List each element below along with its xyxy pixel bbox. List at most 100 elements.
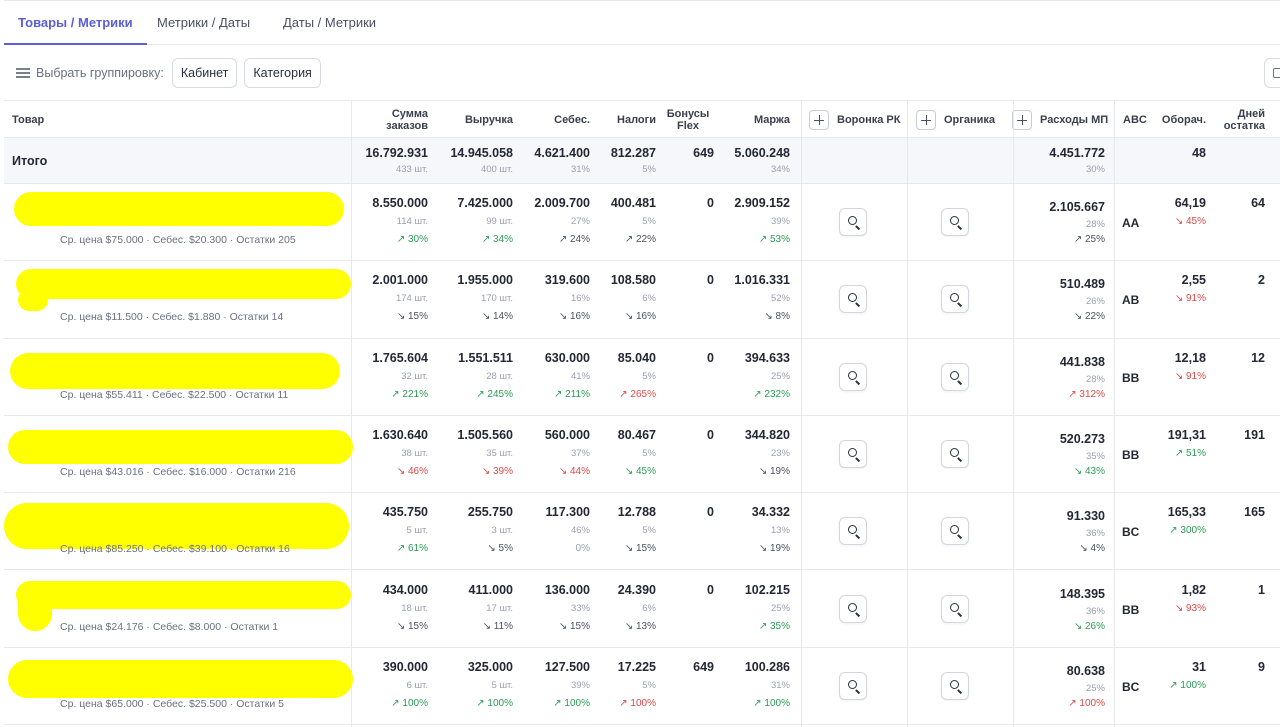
col-orders[interactable]: Сумма заказов: [356, 101, 428, 139]
col-funnel[interactable]: Воронка РК: [801, 101, 907, 139]
redaction-mark: [8, 659, 353, 698]
cell-margin-delta: ↗ 232%: [753, 388, 790, 400]
table-row[interactable]: Ср. цена $85.250 · Себес. $39.100 · Оста…: [4, 493, 1280, 571]
col-cost[interactable]: Себес.: [519, 101, 590, 139]
cell-mp: 80.638: [1066, 663, 1105, 678]
funnel-search-button[interactable]: [839, 517, 867, 546]
cell-revenue-sub: 170 шт.: [480, 293, 513, 305]
group-chip-category[interactable]: Категория: [244, 58, 321, 88]
organic-search-button[interactable]: [941, 208, 969, 236]
cell-margin-delta: ↗ 100%: [753, 697, 790, 709]
cell-margin-sub: 25%: [770, 370, 790, 382]
cell-taxes-delta: ↘ 15%: [624, 543, 656, 555]
funnel-search-button[interactable]: [839, 671, 867, 700]
column-divider: [801, 100, 802, 727]
cell-orders-delta: ↘ 46%: [396, 465, 428, 477]
total-taxes: 812.287: [610, 146, 656, 160]
search-icon: [950, 679, 959, 689]
cell-margin-sub: 31%: [770, 679, 790, 691]
cell-taxes-delta: ↘ 16%: [624, 311, 656, 323]
cell-mp-delta: ↘ 22%: [1073, 311, 1105, 323]
col-mp-expenses[interactable]: Расходы МП: [1004, 101, 1114, 139]
plus-icon[interactable]: [916, 110, 936, 130]
cell-revenue-delta: ↗ 245%: [476, 388, 513, 400]
total-revenue: 14.945.058: [450, 146, 513, 160]
cell-abc: BB: [1122, 602, 1140, 617]
cell-mp-sub: 35%: [1085, 450, 1105, 462]
organic-search-button[interactable]: [941, 671, 969, 700]
col-turnover[interactable]: Оборач.: [1154, 101, 1206, 139]
tab-metrics-dates[interactable]: Метрики / Даты: [143, 1, 264, 45]
table-row[interactable]: Ср. цена $43.016 · Себес. $16.000 · Оста…: [4, 416, 1280, 494]
total-mp-pct: 30%: [1085, 164, 1105, 175]
cell-taxes-sub: 5%: [642, 447, 656, 459]
cell-cost: 319.600: [544, 273, 590, 288]
col-abc[interactable]: ABC: [1123, 101, 1153, 139]
funnel-search-button[interactable]: [839, 594, 867, 623]
search-icon: [950, 370, 959, 380]
cell-days-left: 165: [1244, 505, 1265, 520]
product-meta: Ср. цена $24.176 · Себес. $8.000 · Остат…: [60, 620, 279, 633]
total-orders: 16.792.931: [365, 146, 428, 160]
cell-taxes: 400.481: [610, 196, 656, 210]
col-bonus[interactable]: Бонусы Flex: [662, 101, 714, 139]
col-days-left[interactable]: Дней остатка: [1210, 101, 1265, 139]
comment-button[interactable]: [1264, 58, 1280, 88]
cell-orders-sub: 32 шт.: [401, 370, 428, 382]
cell-turnover: 1,82: [1181, 582, 1206, 597]
cell-cost-sub: 37%: [570, 447, 590, 459]
cell-margin-delta: ↘ 19%: [758, 543, 790, 555]
cell-margin-delta: ↘ 19%: [758, 465, 790, 477]
organic-search-button[interactable]: [941, 517, 969, 546]
total-turnover: 48: [1192, 146, 1206, 160]
group-chip-cabinet[interactable]: Кабинет: [171, 58, 238, 88]
col-revenue[interactable]: Выручка: [434, 101, 513, 139]
organic-search-button[interactable]: [941, 362, 969, 391]
total-row: Итого 16.792.931 433 шт. 14.945.058 400 …: [4, 138, 1280, 184]
total-margin-pct: 34%: [770, 164, 790, 175]
cell-revenue: 255.750: [467, 505, 513, 520]
cell-abc: AA: [1122, 216, 1140, 230]
cell-mp-sub: 36%: [1085, 528, 1105, 540]
redaction-mark: [10, 352, 340, 389]
cell-cost-delta: ↗ 211%: [554, 388, 590, 400]
table-row[interactable]: Ср. цена $55.411 · Себес. $22.500 · Оста…: [4, 339, 1280, 416]
total-cost-pct: 31%: [570, 164, 590, 175]
cell-bonus: 0: [707, 505, 714, 520]
col-organic[interactable]: Органика: [908, 101, 1014, 139]
col-taxes[interactable]: Налоги: [596, 101, 656, 139]
col-margin[interactable]: Маржа: [720, 101, 790, 139]
cell-margin: 102.215: [744, 582, 790, 597]
funnel-search-button[interactable]: [839, 285, 867, 314]
funnel-search-button[interactable]: [839, 362, 867, 391]
table-row[interactable]: Ср. цена $65.000 · Себес. $25.500 · Оста…: [4, 648, 1280, 726]
cell-orders: 1.630.640: [372, 427, 428, 442]
organic-search-button[interactable]: [941, 439, 969, 468]
funnel-search-button[interactable]: [839, 208, 867, 236]
table-row[interactable]: Ср. цена $11.500 · Себес. $1.880 · Остат…: [4, 261, 1280, 339]
cell-orders: 390.000: [382, 659, 428, 674]
cell-turnover-delta: ↘ 91%: [1174, 370, 1206, 382]
cell-cost: 117.300: [545, 505, 591, 520]
cell-mp-sub: 36%: [1085, 605, 1105, 617]
cell-revenue-delta: ↘ 14%: [481, 311, 513, 323]
table-row[interactable]: Ср. цена $75.000 · Себес. $20.300 · Оста…: [4, 184, 1280, 262]
tab-products-metrics[interactable]: Товары / Метрики: [4, 1, 147, 45]
cell-cost-sub: 16%: [570, 293, 590, 305]
table-row[interactable]: Ср. цена $24.176 · Себес. $8.000 · Остат…: [4, 571, 1280, 648]
cell-days-left: 64: [1251, 196, 1265, 210]
cell-abc: AB: [1122, 293, 1140, 308]
search-icon: [848, 447, 857, 457]
organic-search-button[interactable]: [941, 285, 969, 314]
plus-icon[interactable]: [809, 110, 829, 130]
col-product[interactable]: Товар: [12, 101, 212, 139]
organic-search-button[interactable]: [941, 594, 969, 623]
cell-abc: BC: [1122, 679, 1140, 694]
plus-icon[interactable]: [1012, 110, 1032, 130]
cell-days-left: 191: [1244, 427, 1265, 442]
funnel-search-button[interactable]: [839, 439, 867, 468]
cell-margin-delta: ↘ 8%: [764, 311, 790, 323]
cell-revenue-delta: ↘ 5%: [487, 543, 513, 555]
cell-revenue: 325.000: [467, 659, 513, 674]
tab-dates-metrics[interactable]: Даты / Метрики: [269, 1, 390, 45]
